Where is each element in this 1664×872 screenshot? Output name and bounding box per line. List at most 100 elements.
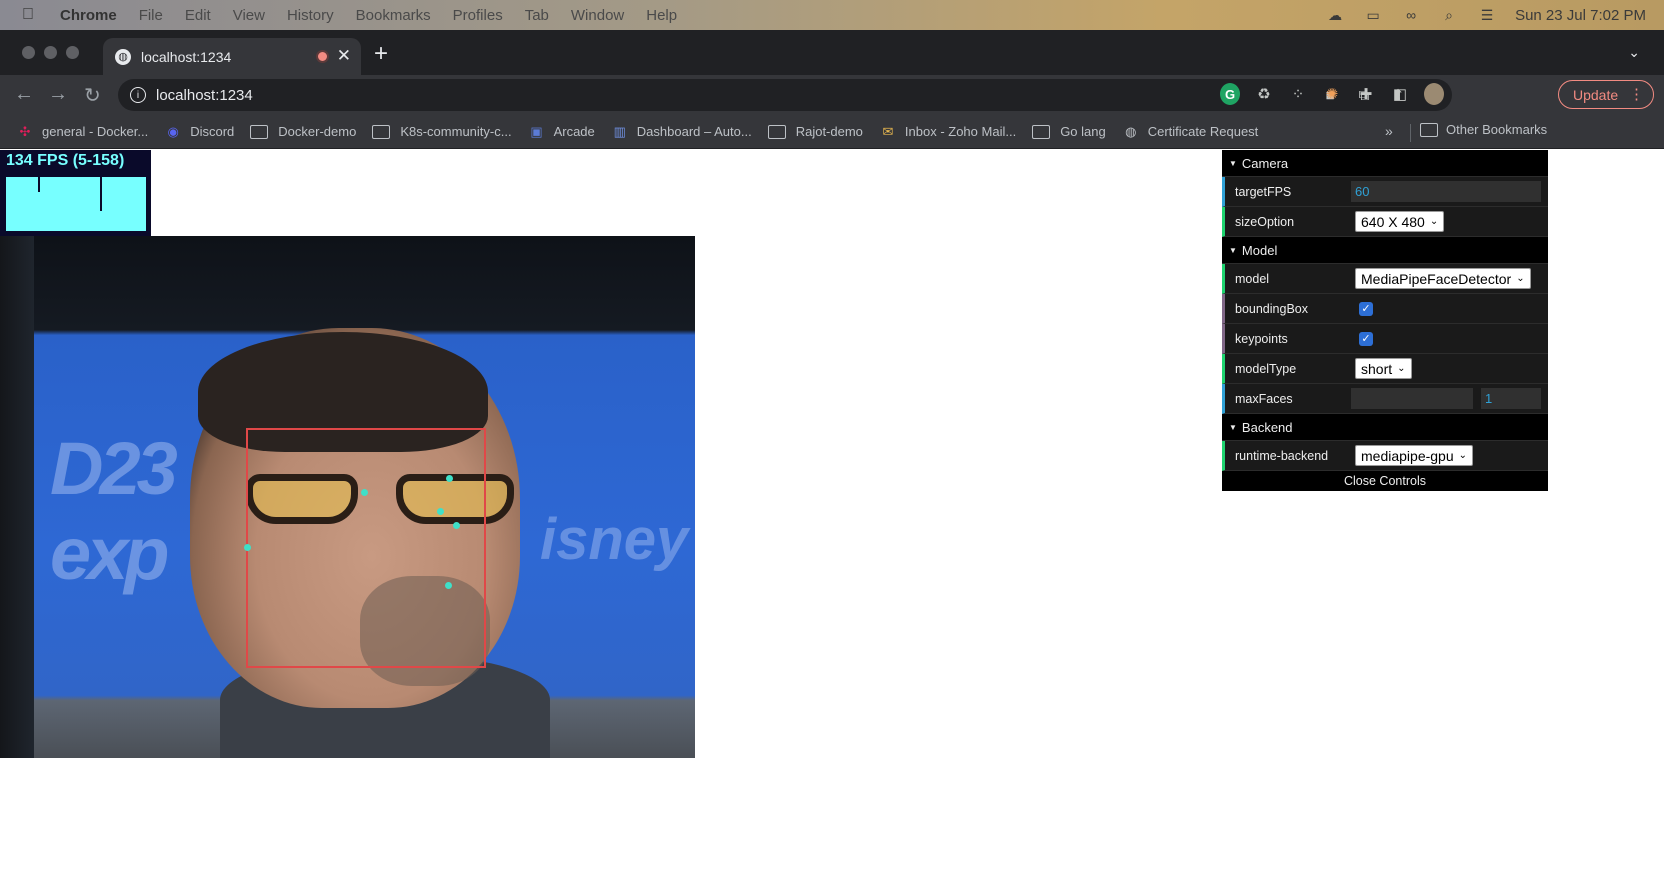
fps-stats-panel[interactable]: 134 FPS (5-158) bbox=[0, 150, 151, 236]
other-bookmarks-folder[interactable]: Other Bookmarks bbox=[1420, 122, 1547, 137]
folder-icon bbox=[767, 124, 786, 139]
close-tab-icon[interactable]: ✕ bbox=[337, 46, 351, 66]
model-row: model MediaPipeFaceDetector ⌄ bbox=[1222, 264, 1548, 294]
bookmark-item[interactable]: ◉ Discord bbox=[164, 123, 235, 140]
close-window-button[interactable] bbox=[22, 46, 35, 59]
menu-bookmarks[interactable]: Bookmarks bbox=[356, 7, 431, 24]
bookmark-folder[interactable]: Docker-demo bbox=[250, 124, 356, 139]
back-arrow-icon[interactable]: ← bbox=[14, 83, 34, 106]
tab-search-chevron-icon[interactable]: ⌄ bbox=[1628, 44, 1640, 61]
chevron-down-icon: ⌄ bbox=[1458, 450, 1468, 461]
menubar-clock[interactable]: Sun 23 Jul 7:02 PM bbox=[1515, 7, 1646, 24]
update-button[interactable]: Update ⋮ bbox=[1558, 80, 1654, 109]
face-keypoint bbox=[361, 489, 368, 496]
slack-icon: ✣ bbox=[19, 123, 31, 139]
minimize-window-button[interactable] bbox=[44, 46, 57, 59]
max-faces-input[interactable]: 1 bbox=[1481, 388, 1541, 409]
recycle-extension-icon[interactable]: ♻ bbox=[1254, 83, 1274, 105]
model-select[interactable]: MediaPipeFaceDetector ⌄ bbox=[1355, 268, 1531, 289]
bookmark-folder[interactable]: Rajot-demo bbox=[767, 124, 863, 139]
window-controls bbox=[22, 46, 79, 59]
bookmark-item[interactable]: ▣ Arcade bbox=[528, 124, 594, 140]
model-folder-label: Model bbox=[1241, 242, 1278, 258]
other-bookmarks-label: Other Bookmarks bbox=[1446, 122, 1548, 137]
folder-expanded-icon: ▼ bbox=[1229, 158, 1237, 168]
menu-view[interactable]: View bbox=[233, 7, 265, 24]
target-fps-label: targetFPS bbox=[1235, 184, 1292, 199]
menu-history[interactable]: History bbox=[287, 7, 334, 24]
apple-icon[interactable]:  bbox=[22, 6, 42, 24]
chevron-down-icon: ⌄ bbox=[1516, 273, 1525, 284]
browser-tab-active[interactable]: ◍ localhost:1234 ✕ bbox=[103, 38, 361, 75]
bookmark-label: Discord bbox=[190, 124, 235, 139]
menu-profiles[interactable]: Profiles bbox=[453, 7, 503, 24]
battery-icon[interactable]: ▭ bbox=[1363, 7, 1383, 23]
control-center-icon[interactable]: ☰ bbox=[1477, 7, 1497, 23]
cookie-extension-icon[interactable]: ✺ bbox=[1322, 83, 1342, 105]
bounding-box-label: boundingBox bbox=[1235, 301, 1308, 316]
size-option-value: 640 X 480 bbox=[1361, 213, 1425, 230]
bookmark-folder[interactable]: Go lang bbox=[1032, 124, 1106, 139]
link-icon[interactable]: ∞ bbox=[1401, 7, 1421, 23]
camera-folder-label: Camera bbox=[1241, 155, 1289, 171]
bookmark-item[interactable]: ▥ Dashboard – Auto... bbox=[611, 124, 752, 140]
close-controls-button[interactable]: Close Controls bbox=[1222, 471, 1548, 491]
menu-edit[interactable]: Edit bbox=[185, 7, 211, 24]
camera-folder-title[interactable]: ▼ Camera bbox=[1222, 150, 1548, 177]
menubar-status-area: ☁ ▭ ∞ ⌕ ☰ Sun 23 Jul 7:02 PM bbox=[1325, 0, 1646, 30]
side-panel-icon[interactable]: ◧ bbox=[1390, 83, 1410, 105]
forward-arrow-icon[interactable]: → bbox=[48, 83, 68, 106]
face-keypoint bbox=[446, 475, 453, 482]
size-option-select[interactable]: 640 X 480 ⌄ bbox=[1355, 211, 1445, 232]
model-type-value: short bbox=[1361, 360, 1393, 377]
new-tab-button[interactable]: + bbox=[374, 40, 388, 68]
grammarly-extension-icon[interactable]: G bbox=[1220, 83, 1240, 105]
max-faces-label: maxFaces bbox=[1235, 391, 1293, 406]
bounding-box-checkbox[interactable]: ✓ bbox=[1359, 301, 1373, 316]
bookmark-label: general - Docker... bbox=[42, 124, 149, 139]
max-faces-slider[interactable] bbox=[1351, 388, 1473, 409]
menu-chrome[interactable]: Chrome bbox=[60, 7, 117, 24]
backend-folder-title[interactable]: ▼ Backend bbox=[1222, 414, 1548, 441]
recording-indicator-icon bbox=[316, 50, 329, 63]
grid-extension-icon[interactable]: ⁘ bbox=[1288, 83, 1308, 105]
bookmark-item[interactable]: ✣ general - Docker... bbox=[16, 123, 149, 140]
menu-window[interactable]: Window bbox=[571, 7, 624, 24]
menu-help[interactable]: Help bbox=[646, 7, 677, 24]
model-label: model bbox=[1235, 271, 1270, 286]
fps-graph bbox=[6, 177, 146, 231]
zoom-window-button[interactable] bbox=[66, 46, 79, 59]
keypoints-checkbox[interactable]: ✓ bbox=[1359, 331, 1373, 346]
bookmark-item[interactable]: ◍ Certificate Request bbox=[1122, 124, 1258, 140]
spotlight-search-icon[interactable]: ⌕ bbox=[1439, 7, 1459, 23]
reload-icon[interactable]: ↻ bbox=[84, 83, 101, 108]
bookmark-label: Docker-demo bbox=[278, 124, 357, 139]
more-menu-icon[interactable]: ⋮ bbox=[1629, 85, 1644, 103]
update-label: Update bbox=[1573, 86, 1619, 103]
puzzle-extensions-icon[interactable]: ✚ bbox=[1356, 83, 1376, 105]
bookmarks-overflow-chevron[interactable]: » bbox=[1385, 123, 1393, 139]
bookmark-label: Go lang bbox=[1060, 124, 1106, 139]
site-info-icon[interactable]: i bbox=[130, 87, 146, 103]
target-fps-input[interactable]: 60 bbox=[1351, 181, 1541, 202]
page-content: 134 FPS (5-158) D23 exp isney ▼ Camera t… bbox=[0, 150, 1664, 872]
address-url[interactable]: localhost:1234 bbox=[156, 87, 253, 104]
menu-tab[interactable]: Tab bbox=[525, 7, 549, 24]
controls-panel: ▼ Camera targetFPS 60 sizeOption 640 X 4… bbox=[1222, 150, 1548, 491]
cloud-sync-icon[interactable]: ☁ bbox=[1325, 7, 1345, 23]
extensions-area: G ♻ ⁘ ✺ ✚ ◧ bbox=[1220, 83, 1444, 105]
menu-file[interactable]: File bbox=[139, 7, 163, 24]
max-faces-row: maxFaces 1 bbox=[1222, 384, 1548, 414]
profile-avatar[interactable] bbox=[1424, 83, 1444, 105]
size-option-row: sizeOption 640 X 480 ⌄ bbox=[1222, 207, 1548, 237]
bookmark-item[interactable]: ✉ Inbox - Zoho Mail... bbox=[879, 124, 1016, 140]
bookmark-label: Dashboard – Auto... bbox=[636, 124, 752, 139]
discord-icon: ◉ bbox=[167, 123, 179, 139]
bounding-box-row: boundingBox ✓ bbox=[1222, 294, 1548, 324]
bookmark-label: K8s-community-c... bbox=[400, 124, 512, 139]
model-folder-title[interactable]: ▼ Model bbox=[1222, 237, 1548, 264]
model-type-select[interactable]: short ⌄ bbox=[1355, 358, 1412, 379]
runtime-backend-select[interactable]: mediapipe-gpu ⌄ bbox=[1355, 445, 1474, 466]
runtime-backend-row: runtime-backend mediapipe-gpu ⌄ bbox=[1222, 441, 1548, 471]
bookmark-folder[interactable]: K8s-community-c... bbox=[372, 124, 512, 139]
